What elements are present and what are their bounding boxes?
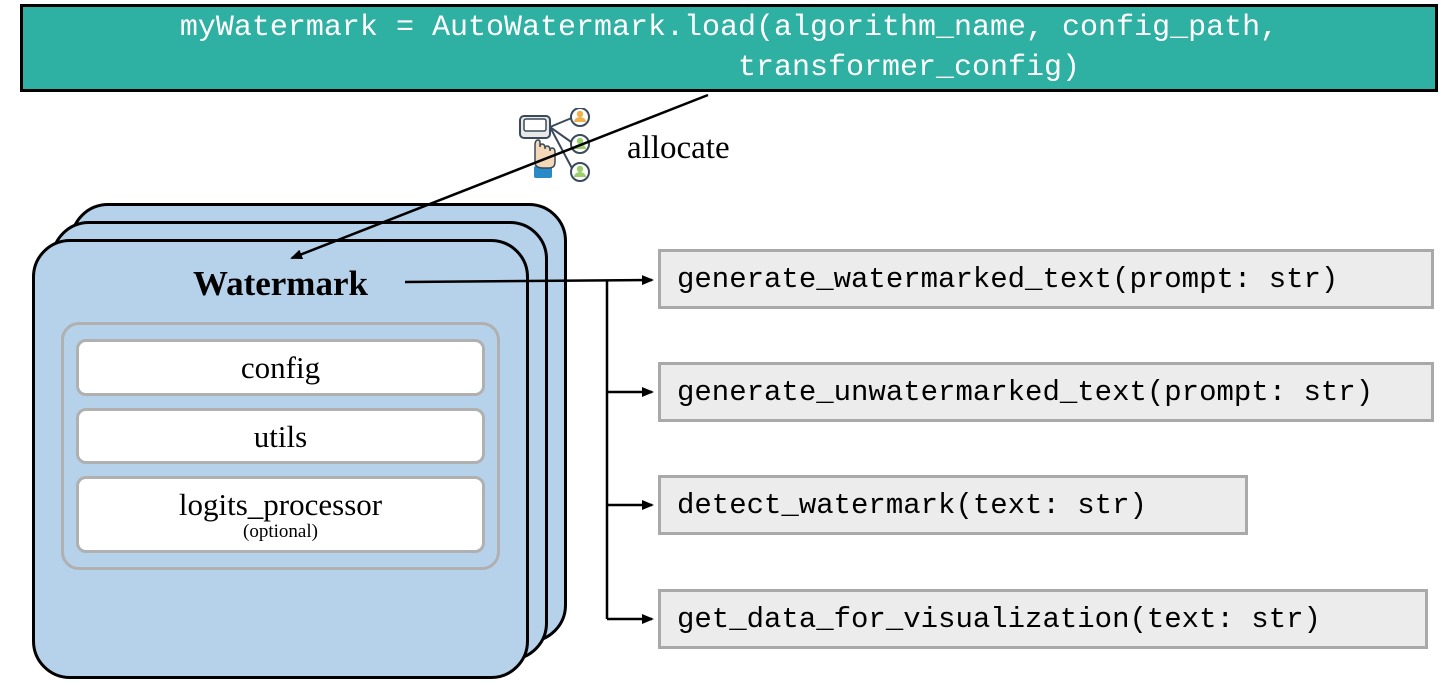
- method-detect-watermark: detect_watermark(text: str): [658, 475, 1248, 535]
- watermark-card-inner: config utils logits_processor (optional): [61, 322, 500, 570]
- code-text: myWatermark = AutoWatermark.load(algorit…: [180, 8, 1278, 89]
- watermark-card-stack: Watermark config utils logits_processor …: [32, 203, 567, 678]
- card-item-logits-processor: logits_processor (optional): [76, 476, 485, 552]
- allocate-label: allocate: [627, 130, 730, 167]
- method-get-data-for-visualization: get_data_for_visualization(text: str): [658, 589, 1428, 649]
- code-banner: myWatermark = AutoWatermark.load(algorit…: [20, 4, 1438, 92]
- watermark-card-front: Watermark config utils logits_processor …: [32, 239, 529, 679]
- allocate-icon: [518, 108, 608, 188]
- watermark-card-title: Watermark: [61, 264, 500, 304]
- card-item-optional-note: (optional): [87, 522, 474, 542]
- method-generate-unwatermarked-text: generate_unwatermarked_text(prompt: str): [658, 362, 1434, 422]
- card-item-utils: utils: [76, 408, 485, 465]
- method-generate-watermarked-text: generate_watermarked_text(prompt: str): [658, 249, 1434, 309]
- card-item-config: config: [76, 339, 485, 396]
- card-item-logits-processor-label: logits_processor: [179, 487, 382, 522]
